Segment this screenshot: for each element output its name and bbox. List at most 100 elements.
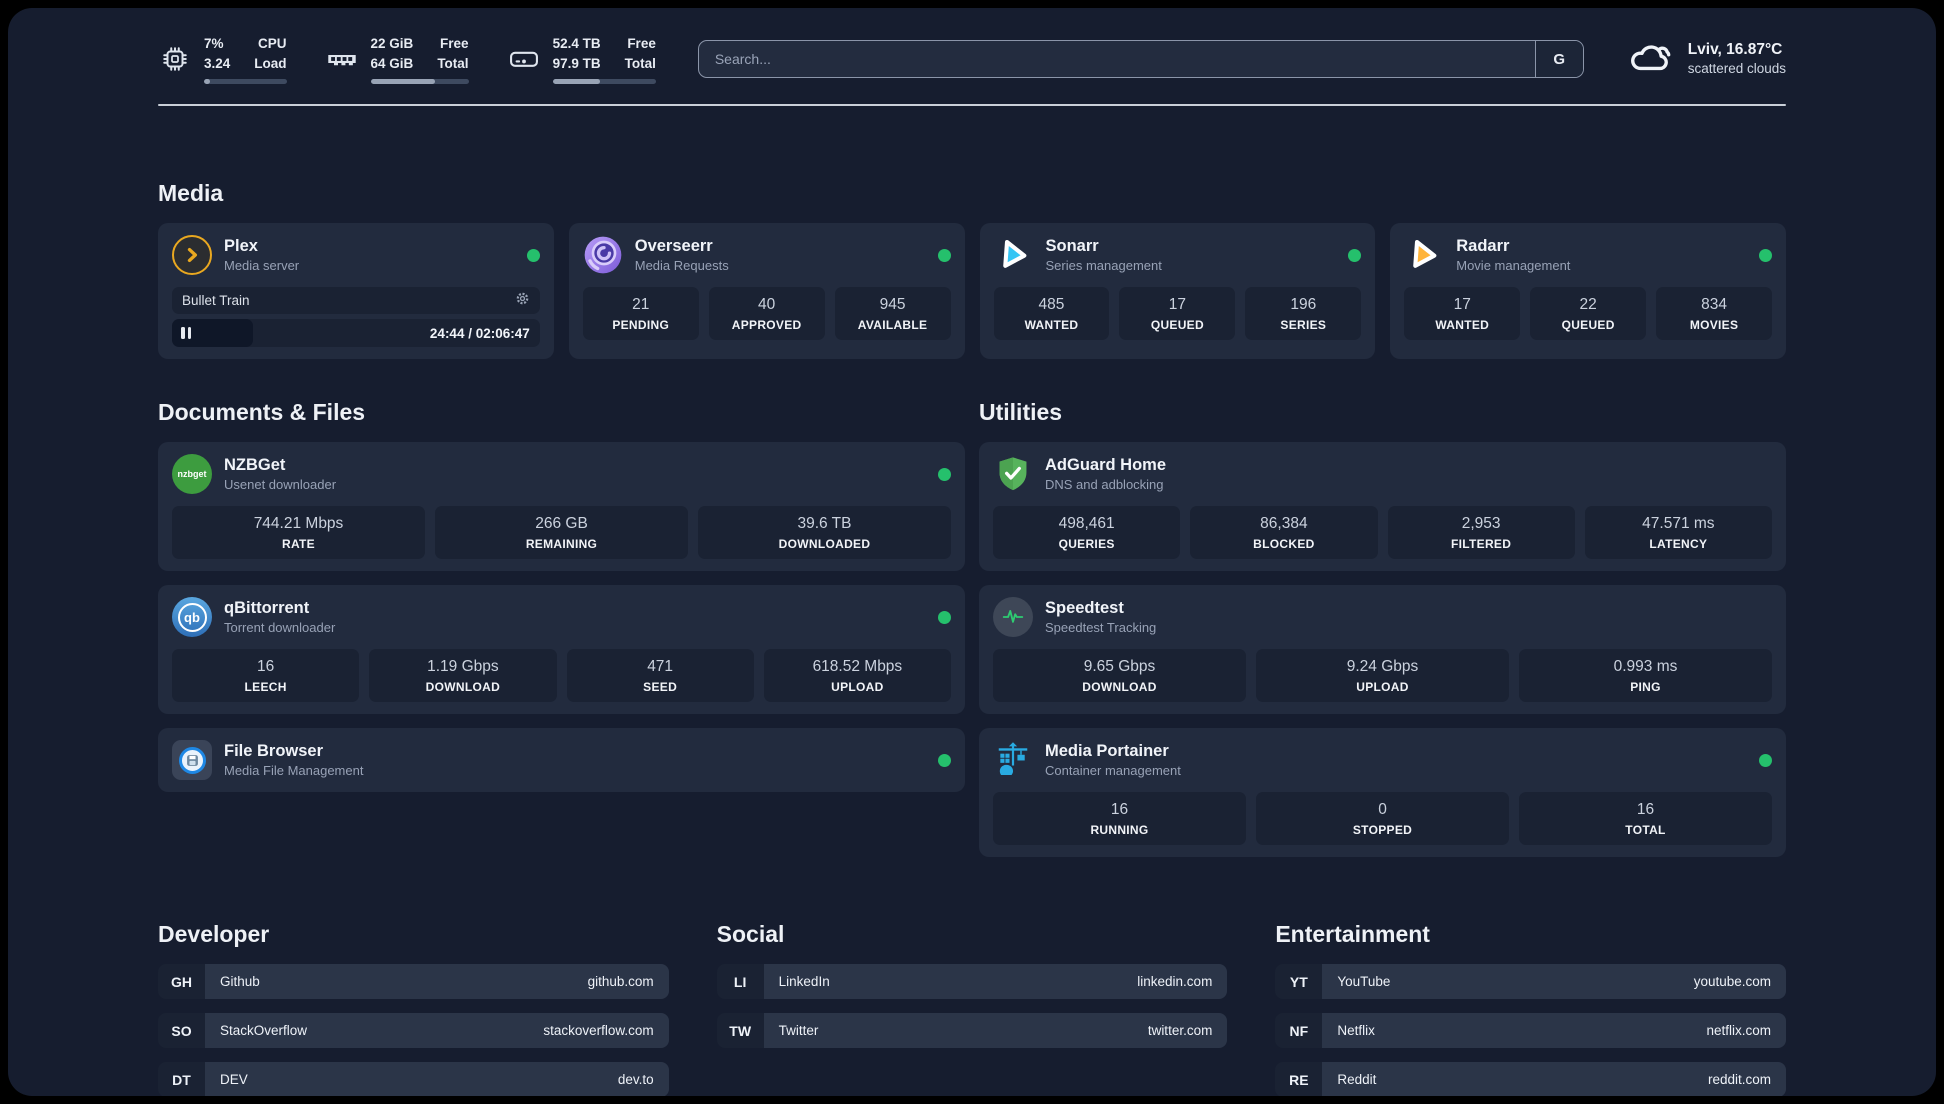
radarr-title: Radarr: [1456, 237, 1510, 256]
bookmark-reddit[interactable]: RE Reddit reddit.com: [1275, 1062, 1786, 1096]
bookmark-url: github.com: [587, 974, 654, 989]
bookmark-youtube[interactable]: YT YouTube youtube.com: [1275, 964, 1786, 999]
dashboard-panel: 7% 3.24 CPU Load 22 GiB 64 GiB Free Tota…: [8, 8, 1936, 1096]
qbittorrent-icon: qb: [172, 597, 212, 637]
section-title-utilities: Utilities: [979, 399, 1063, 425]
bookmark-name: YouTube: [1337, 974, 1391, 989]
filebrowser-icon: [172, 740, 212, 780]
memory-total: 64 GiB: [370, 55, 414, 71]
bookmarks-entertainment: Entertainment YT YouTube youtube.com NF …: [1275, 921, 1786, 1096]
plex-status-dot: [526, 248, 540, 262]
bookmark-url: dev.to: [617, 1072, 654, 1087]
search-engine-button[interactable]: G: [1534, 41, 1583, 77]
overseerr-title: Overseerr: [634, 237, 713, 256]
nzbget-stats: 744.21 Mbps RATE 266 GB REMAINING 39.6 T…: [172, 506, 951, 559]
speedtest-subtitle: Speedtest Tracking: [1045, 620, 1157, 636]
qbittorrent-status-dot: [938, 610, 951, 624]
bookmarks-social: Social LI LinkedIn linkedin.com TW Twitt…: [716, 921, 1228, 1096]
bookmark-name: DEV: [220, 1072, 248, 1087]
bookmark-url: reddit.com: [1707, 1072, 1771, 1087]
section-title-documents: Documents & Files: [158, 399, 366, 425]
qbittorrent-title: qBittorrent: [224, 599, 310, 618]
filebrowser-status-dot: [938, 753, 951, 767]
bookmark-stackoverflow[interactable]: SO StackOverflow stackoverflow.com: [158, 1013, 669, 1048]
portainer-subtitle: Container management: [1045, 763, 1181, 779]
plex-title: Plex: [224, 237, 258, 256]
stat-downloaded: 39.6 TB DOWNLOADED: [698, 506, 951, 559]
weather-condition: scattered clouds: [1687, 61, 1786, 77]
filebrowser-title: File Browser: [224, 742, 324, 761]
storage-widget: 52.4 TB 97.9 TB Free Total: [507, 34, 656, 85]
cpu-icon: [158, 44, 192, 74]
stat-total: 16 TOTAL: [1519, 792, 1772, 845]
card-overseerr[interactable]: Overseerr Media Requests 21 PENDING 40 A…: [568, 223, 965, 359]
nzbget-title: NZBGet: [224, 456, 286, 475]
radarr-stats: 17 WANTED 22 QUEUED 834 MOVIES: [1404, 287, 1773, 340]
nzbget-subtitle: Usenet downloader: [224, 477, 337, 493]
bookmark-name: Github: [220, 974, 260, 989]
bookmark-name: Twitter: [778, 1023, 819, 1038]
gear-icon[interactable]: [515, 291, 530, 311]
bookmark-netflix[interactable]: NF Netflix netflix.com: [1275, 1013, 1786, 1048]
card-speedtest[interactable]: Speedtest Speedtest Tracking 9.65 Gbps D…: [979, 585, 1786, 714]
bookmark-url: linkedin.com: [1137, 974, 1213, 989]
stat-available: 945 AVAILABLE: [834, 287, 951, 340]
header: 7% 3.24 CPU Load 22 GiB 64 GiB Free Tota…: [158, 30, 1786, 88]
portainer-status-dot: [1759, 753, 1772, 767]
stat-latency: 47.571 ms LATENCY: [1584, 506, 1772, 559]
sonarr-stats: 485 WANTED 17 QUEUED 196 SERIES: [993, 287, 1362, 340]
radarr-icon: [1404, 235, 1444, 275]
now-playing-row: Bullet Train: [172, 287, 540, 314]
speedtest-icon: [993, 597, 1033, 637]
card-portainer[interactable]: Media Portainer Container management 16 …: [979, 728, 1786, 857]
stat-wanted: 17 WANTED: [1404, 287, 1521, 340]
adguard-icon: [993, 454, 1033, 494]
now-playing-title: Bullet Train: [182, 293, 250, 308]
sonarr-title: Sonarr: [1045, 237, 1099, 256]
bookmark-url: youtube.com: [1693, 974, 1771, 989]
disk-icon: [507, 46, 541, 72]
bookmark-twitter[interactable]: TW Twitter twitter.com: [716, 1013, 1228, 1048]
bookmark-github[interactable]: GH Github github.com: [158, 964, 669, 999]
card-sonarr[interactable]: Sonarr Series management 485 WANTED 17 Q…: [979, 223, 1376, 359]
stat-approved: 40 APPROVED: [708, 287, 825, 340]
card-qbittorrent[interactable]: qb qBittorrent Torrent downloader 16 LEE…: [158, 585, 965, 714]
stat-queries: 498,461 QUERIES: [993, 506, 1181, 559]
nzbget-icon: nzbget: [172, 454, 212, 494]
pause-icon: [181, 327, 191, 339]
bookmark-dev[interactable]: DT DEV dev.to: [158, 1062, 669, 1096]
bookmark-url: stackoverflow.com: [543, 1023, 654, 1038]
card-adguard[interactable]: AdGuard Home DNS and adblocking 498,461 …: [979, 442, 1786, 571]
stat-movies: 834 MOVIES: [1656, 287, 1773, 340]
cpu-progress-bar: [204, 79, 287, 85]
section-title-social: Social: [716, 921, 785, 947]
stat-filtered: 2,953 FILTERED: [1387, 506, 1575, 559]
bookmark-linkedin[interactable]: LI LinkedIn linkedin.com: [716, 964, 1228, 999]
stat-upload: 618.52 Mbps UPLOAD: [763, 649, 951, 702]
memory-widget: 22 GiB 64 GiB Free Total: [325, 34, 469, 85]
cloud-icon: [1628, 39, 1674, 78]
memory-free: 22 GiB: [370, 35, 414, 51]
cpu-usage: 7%: [204, 35, 224, 51]
search-input[interactable]: [698, 41, 1535, 77]
filebrowser-subtitle: Media File Management: [224, 763, 364, 779]
overseerr-subtitle: Media Requests: [634, 258, 729, 274]
nzbget-status-dot: [938, 467, 951, 481]
memory-progress-bar: [370, 79, 469, 85]
card-filebrowser[interactable]: File Browser Media File Management: [158, 728, 965, 792]
adguard-subtitle: DNS and adblocking: [1045, 477, 1164, 493]
card-radarr[interactable]: Radarr Movie management 17 WANTED 22 QUE…: [1390, 223, 1786, 359]
overseerr-icon: [583, 235, 623, 275]
portainer-title: Media Portainer: [1045, 742, 1169, 761]
stat-pending: 21 PENDING: [582, 287, 699, 340]
card-nzbget[interactable]: nzbget NZBGet Usenet downloader 744.21 M…: [158, 442, 965, 571]
overseerr-stats: 21 PENDING 40 APPROVED 945 AVAILABLE: [582, 287, 951, 340]
bookmark-url: twitter.com: [1147, 1023, 1213, 1038]
card-plex[interactable]: Plex Media server Bullet Train 24:44 / 0…: [158, 223, 554, 359]
overseerr-status-dot: [937, 248, 951, 262]
weather-widget: Lviv, 16.87°C scattered clouds: [1628, 39, 1786, 80]
bookmark-name: Netflix: [1337, 1023, 1375, 1038]
cpu-load: 3.24: [204, 55, 231, 71]
stat-remaining: 266 GB REMAINING: [435, 506, 688, 559]
weather-location: Lviv, 16.87°C: [1687, 40, 1783, 58]
